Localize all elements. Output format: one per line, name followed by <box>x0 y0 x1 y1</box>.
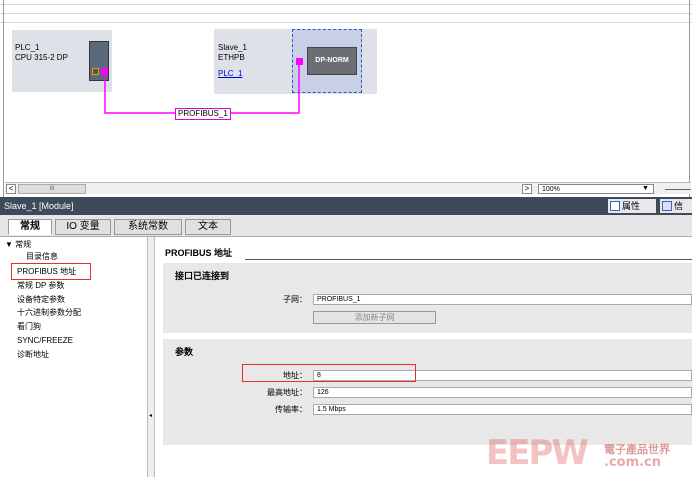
highlight-box <box>11 263 91 280</box>
chevron-down-icon[interactable]: ▼ <box>642 185 652 193</box>
interface-section: 接口已连接到 子网： PROFIBUS_1 添加新子网 <box>163 263 692 333</box>
properties-icon <box>610 201 620 211</box>
transmission-rate-label: 传输率： <box>275 405 307 414</box>
divider <box>245 259 692 260</box>
subnet-field[interactable]: PROFIBUS_1 <box>313 294 692 305</box>
watermark-url: .com.cn <box>604 455 662 470</box>
params-section: 参数 地址： 8 最高地址： 126 传输率： 1.5 Mbps <box>163 339 692 445</box>
nav-item-general[interactable]: ▼ 常规 <box>5 240 31 250</box>
tab-system-constants[interactable]: 系统常数 <box>114 219 182 235</box>
nav-item-hex-params[interactable]: 十六进制参数分配 <box>17 308 81 318</box>
zoom-select[interactable]: 100% <box>538 184 654 194</box>
scroll-thumb[interactable]: III <box>18 184 86 194</box>
nav-item-diag-address[interactable]: 诊断地址 <box>17 350 49 360</box>
scroll-right-icon[interactable]: > <box>522 184 532 194</box>
tab-io-tags[interactable]: IO 变量 <box>55 219 111 235</box>
add-subnet-button[interactable]: 添加新子网 <box>313 311 436 324</box>
highlight-box <box>242 364 416 382</box>
nav-item-watchdog[interactable]: 看门狗 <box>17 322 41 332</box>
tab-general[interactable]: 常规 <box>8 219 52 235</box>
transmission-rate-field[interactable]: 1.5 Mbps <box>313 404 692 415</box>
inspector-title-bar: Slave_1 [Module] 属性 信 <box>0 197 692 215</box>
tab-texts[interactable]: 文本 <box>185 219 231 235</box>
nav-item-sync-freeze[interactable]: SYNC/FREEZE <box>17 336 73 346</box>
inspector-tabs: 常规 IO 变量 系统常数 文本 <box>0 215 692 237</box>
page-title: PROFIBUS 地址 <box>165 248 233 258</box>
profibus-line[interactable] <box>0 0 692 197</box>
eepw-logo: EEPW <box>486 433 589 473</box>
interface-section-title: 接口已连接到 <box>175 271 230 281</box>
inspector-title: Slave_1 [Module] <box>4 201 74 211</box>
info-label: 信 <box>674 201 684 211</box>
scroll-arrow-icon[interactable]: ◂ <box>149 412 152 419</box>
vertical-scrollbar[interactable]: ◂ <box>148 237 155 477</box>
highest-address-label: 最高地址： <box>267 388 307 397</box>
properties-button[interactable]: 属性 <box>608 199 656 213</box>
nav-item-device-params[interactable]: 设备特定参数 <box>17 295 65 305</box>
nav-tree: ▼ 常规 目录信息 PROFIBUS 地址 常规 DP 参数 设备特定参数 十六… <box>0 237 148 477</box>
properties-label: 属性 <box>622 201 641 211</box>
zoom-slider[interactable] <box>665 189 691 190</box>
highest-address-field[interactable]: 126 <box>313 387 692 398</box>
nav-item-catalog[interactable]: 目录信息 <box>26 252 58 262</box>
network-view: PLC_1 CPU 315-2 DP Slave_1 ETHPB PLC_1 D… <box>0 0 692 197</box>
params-section-title: 参数 <box>175 347 194 357</box>
network-label[interactable]: PROFIBUS_1 <box>175 108 231 120</box>
info-button[interactable]: 信 <box>660 199 692 213</box>
scroll-left-icon[interactable]: < <box>6 184 16 194</box>
info-icon <box>662 201 672 211</box>
nav-item-dp-params[interactable]: 常规 DP 参数 <box>17 281 64 291</box>
horizontal-scrollbar[interactable]: < III > 100% ▼ <box>5 182 691 194</box>
subnet-label: 子网： <box>283 295 307 304</box>
